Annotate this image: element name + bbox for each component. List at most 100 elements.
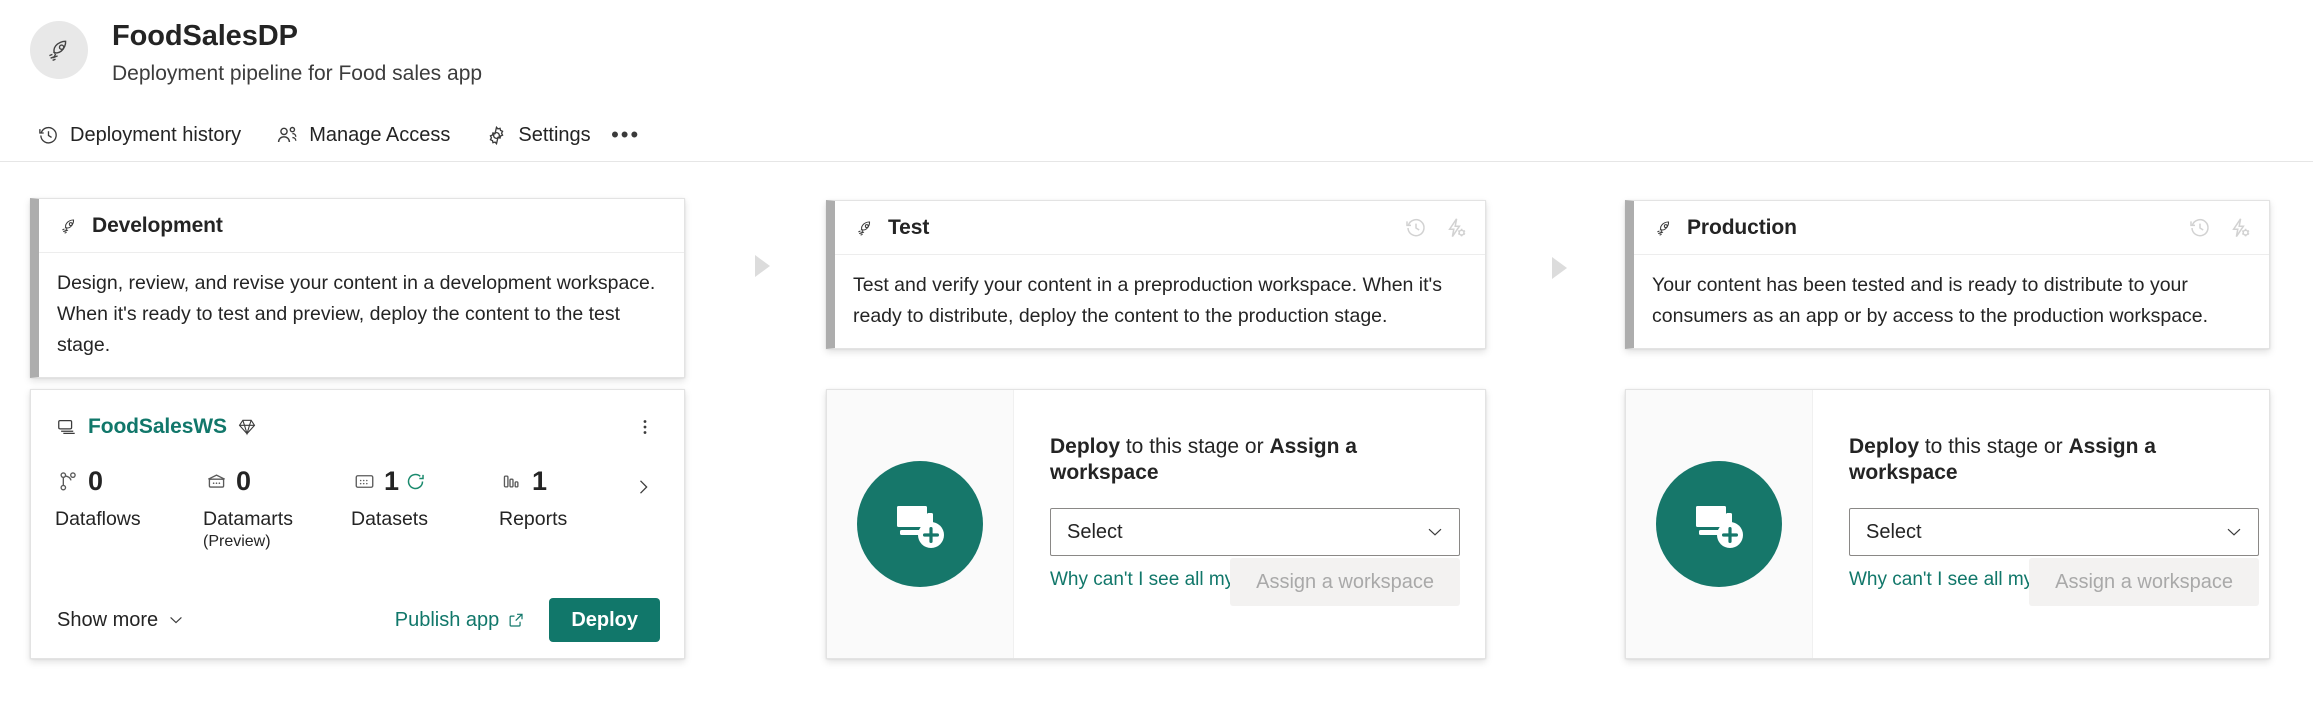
workspace-card-footer: Show more Publish app Deploy bbox=[55, 598, 660, 642]
manage-access-button[interactable]: Manage Access bbox=[269, 118, 456, 152]
stage-body: Test and verify your content in a prepro… bbox=[835, 255, 1485, 348]
pipeline-title-row: FoodSalesDP Deployment pipeline for Food… bbox=[30, 18, 482, 88]
stage-card-production: Production Your content has been tested … bbox=[1625, 200, 2270, 349]
deploy-button[interactable]: Deploy bbox=[549, 598, 660, 642]
empty-stage-heading: Deploy to this stage or Assign a workspa… bbox=[1050, 434, 1460, 486]
external-link-icon bbox=[507, 611, 525, 629]
refresh-icon bbox=[404, 470, 426, 492]
workspace-stack-icon bbox=[55, 415, 79, 439]
workspace-card: FoodSalesWS 0 Dataflows 0 Datamarts (Pre… bbox=[30, 389, 685, 659]
workspace-content-counters: 0 Dataflows 0 Datamarts (Preview) 1 Data… bbox=[55, 466, 660, 553]
publish-app-label: Publish app bbox=[394, 608, 500, 631]
counter-datasets[interactable]: 1 Datasets bbox=[351, 466, 499, 531]
assign-workspace-button[interactable]: Assign a workspace bbox=[2029, 558, 2259, 606]
show-more-button[interactable]: Show more bbox=[55, 605, 187, 636]
stage-title: Production bbox=[1687, 215, 1797, 239]
show-more-label: Show more bbox=[57, 608, 159, 631]
counter-dataflows[interactable]: 0 Dataflows bbox=[55, 466, 203, 531]
stage-header: Development bbox=[39, 199, 684, 253]
counter-value: 0 bbox=[236, 466, 252, 496]
report-icon bbox=[499, 468, 525, 494]
workspace-name-link[interactable]: FoodSalesWS bbox=[88, 415, 227, 439]
empty-stage-panel-test: Deploy to this stage or Assign a workspa… bbox=[826, 389, 1486, 659]
workspace-card-header: FoodSalesWS bbox=[55, 412, 660, 442]
gear-icon bbox=[484, 123, 508, 147]
counter-label: Datasets bbox=[351, 508, 428, 530]
stage-body: Your content has been tested and is read… bbox=[1634, 255, 2269, 348]
rocket-icon bbox=[853, 216, 877, 240]
assign-workspace-icon bbox=[1656, 461, 1782, 587]
premium-diamond-icon bbox=[236, 416, 258, 438]
chevron-down-icon bbox=[2224, 522, 2244, 542]
counter-value: 0 bbox=[88, 466, 104, 496]
toolbar-item-label: Settings bbox=[518, 123, 591, 146]
chevron-right-icon bbox=[640, 480, 648, 494]
stage-header-actions bbox=[2185, 213, 2255, 243]
stage-description: Your content has been tested and is read… bbox=[1652, 274, 2209, 327]
counter-label: Reports bbox=[499, 508, 568, 530]
stage-header-actions bbox=[1401, 213, 1471, 243]
empty-stage-content: Deploy to this stage or Assign a workspa… bbox=[1014, 390, 1494, 658]
workspace-select-value: Select bbox=[1067, 520, 1123, 543]
rocket-icon bbox=[57, 214, 81, 238]
dataflow-icon bbox=[55, 468, 81, 494]
toolbar: Deployment history Manage Access Setting… bbox=[30, 118, 643, 152]
workspace-select[interactable]: Select bbox=[1849, 508, 2259, 556]
counter-label: Datamarts bbox=[203, 508, 293, 530]
stage-card-test: Test Test and verify your content in a p… bbox=[826, 200, 1486, 349]
stage-card-development: Development Design, review, and revise y… bbox=[30, 198, 685, 378]
stage-header: Production bbox=[1634, 201, 2269, 255]
deployment-rules-icon[interactable] bbox=[1441, 213, 1471, 243]
page-title: FoodSalesDP bbox=[112, 20, 298, 52]
history-icon bbox=[36, 123, 60, 147]
dataset-icon bbox=[351, 468, 377, 494]
counter-value: 1 bbox=[532, 466, 548, 496]
stage-title: Development bbox=[92, 213, 223, 237]
toolbar-item-label: Deployment history bbox=[70, 123, 242, 146]
empty-stage-panel-production: Deploy to this stage or Assign a workspa… bbox=[1625, 389, 2270, 659]
workspace-more-options-button[interactable] bbox=[630, 412, 660, 442]
empty-heading-deploy: Deploy bbox=[1849, 435, 1920, 458]
stage-description: Test and verify your content in a prepro… bbox=[853, 274, 1443, 327]
empty-stage-heading: Deploy to this stage or Assign a workspa… bbox=[1849, 434, 2259, 486]
rocket-icon bbox=[1652, 216, 1676, 240]
empty-heading-deploy: Deploy bbox=[1050, 435, 1121, 458]
more-vertical-icon bbox=[643, 420, 647, 434]
empty-stage-illustration bbox=[827, 390, 1014, 658]
deployment-history-icon[interactable] bbox=[2185, 213, 2215, 243]
counter-reports[interactable]: 1 Reports bbox=[499, 466, 619, 531]
stage-header: Test bbox=[835, 201, 1485, 255]
publish-app-button[interactable]: Publish app bbox=[393, 605, 528, 636]
stage-body: Design, review, and revise your content … bbox=[39, 253, 684, 377]
settings-button[interactable]: Settings bbox=[478, 118, 596, 152]
empty-heading-middle: to this stage or bbox=[1919, 435, 2069, 458]
rocket-icon bbox=[30, 21, 88, 79]
datamart-icon bbox=[203, 468, 229, 494]
more-horizontal-icon[interactable]: ••• bbox=[609, 118, 643, 152]
chevron-down-icon bbox=[167, 611, 185, 629]
assign-workspace-icon bbox=[857, 461, 983, 587]
counter-datamarts[interactable]: 0 Datamarts (Preview) bbox=[203, 466, 351, 553]
assign-workspace-button[interactable]: Assign a workspace bbox=[1230, 558, 1460, 606]
workspace-select[interactable]: Select bbox=[1050, 508, 1460, 556]
stage-arrow-icon bbox=[755, 255, 770, 277]
deployment-history-button[interactable]: Deployment history bbox=[30, 118, 247, 152]
stage-title: Test bbox=[888, 215, 930, 239]
toolbar-item-label: Manage Access bbox=[309, 123, 451, 146]
deployment-history-icon[interactable] bbox=[1401, 213, 1431, 243]
page-subtitle: Deployment pipeline for Food sales app bbox=[112, 62, 483, 85]
counter-value: 1 bbox=[384, 466, 400, 496]
counter-label: Dataflows bbox=[55, 508, 141, 530]
page-header: FoodSalesDP Deployment pipeline for Food… bbox=[0, 0, 2313, 162]
counters-next-button[interactable] bbox=[629, 470, 657, 504]
chevron-down-icon bbox=[1425, 522, 1445, 542]
counter-sublabel: (Preview) bbox=[203, 533, 271, 550]
empty-stage-illustration bbox=[1626, 390, 1813, 658]
deployment-rules-icon[interactable] bbox=[2225, 213, 2255, 243]
stage-arrow-icon bbox=[1552, 257, 1567, 279]
workspace-select-value: Select bbox=[1866, 520, 1922, 543]
people-icon bbox=[275, 123, 299, 147]
stage-description: Design, review, and revise your content … bbox=[57, 272, 656, 356]
empty-stage-content: Deploy to this stage or Assign a workspa… bbox=[1813, 390, 2293, 658]
empty-heading-middle: to this stage or bbox=[1120, 435, 1270, 458]
